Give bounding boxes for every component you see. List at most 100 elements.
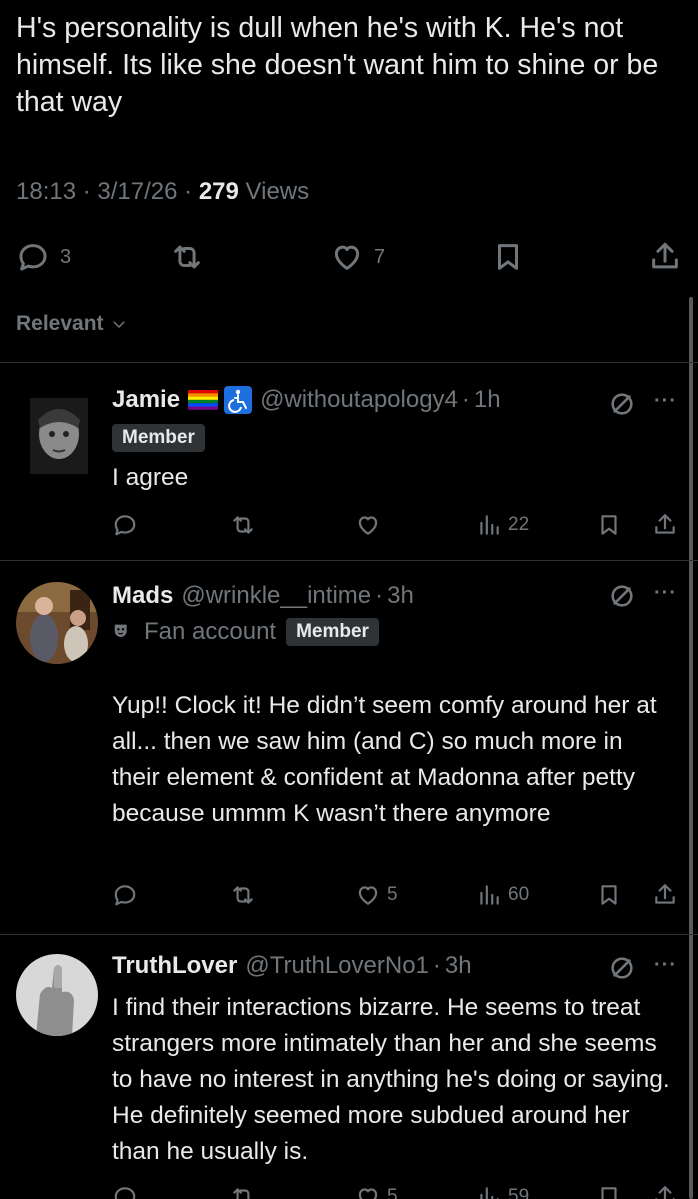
handle[interactable]: @wrinkle__intime bbox=[181, 582, 371, 610]
reply-icon bbox=[114, 885, 136, 906]
member-badge: Member bbox=[112, 424, 205, 452]
avatar-image bbox=[30, 398, 88, 474]
heart-icon bbox=[334, 245, 360, 270]
reply-button[interactable]: 3 bbox=[16, 230, 71, 284]
display-name[interactable]: TruthLover bbox=[112, 952, 237, 980]
meta-separator: · bbox=[461, 386, 470, 413]
reply-button[interactable] bbox=[112, 1180, 138, 1199]
bookmark-icon bbox=[498, 244, 518, 270]
views-button[interactable]: 22 bbox=[476, 508, 529, 542]
share-button[interactable] bbox=[652, 878, 678, 912]
like-button[interactable]: 5 bbox=[355, 1180, 398, 1199]
display-name[interactable]: Mads bbox=[112, 582, 173, 610]
share-button[interactable] bbox=[648, 230, 682, 284]
like-button[interactable] bbox=[355, 508, 387, 542]
retweet-button[interactable] bbox=[230, 1180, 256, 1199]
meta-separator: · bbox=[82, 178, 91, 205]
like-count: 5 bbox=[387, 884, 398, 905]
reply-button[interactable] bbox=[112, 878, 138, 912]
views-count: 22 bbox=[508, 514, 530, 535]
bookmark-button[interactable] bbox=[596, 508, 622, 542]
meta-separator: · bbox=[375, 582, 384, 609]
retweet-button[interactable] bbox=[230, 508, 256, 542]
like-button[interactable]: 7 bbox=[330, 230, 385, 284]
share-icon bbox=[652, 242, 678, 269]
reply-item[interactable]: TruthLover @TruthLoverNo1 · 3h ··· I fin… bbox=[0, 934, 698, 1199]
views-button[interactable]: 60 bbox=[476, 878, 529, 912]
retweet-button[interactable] bbox=[230, 878, 256, 912]
reply-icon bbox=[114, 515, 136, 536]
account-type-label: Fan account bbox=[144, 618, 277, 645]
reply-header: Jamie @withoutapology4 · 1h bbox=[112, 386, 501, 414]
reply-header: Mads @wrinkle__intime · 3h bbox=[112, 582, 414, 610]
display-name[interactable]: Jamie bbox=[112, 386, 180, 414]
grok-icon[interactable] bbox=[608, 954, 636, 982]
like-button[interactable]: 5 bbox=[355, 878, 398, 912]
bookmark-button[interactable] bbox=[491, 230, 525, 284]
meta-separator: · bbox=[184, 178, 193, 205]
views-button[interactable]: 59 bbox=[476, 1180, 529, 1199]
more-icon[interactable]: ··· bbox=[654, 582, 682, 610]
account-type: Fan account Member bbox=[112, 618, 379, 646]
grok-icon[interactable] bbox=[608, 390, 636, 418]
retweet-button[interactable] bbox=[170, 230, 204, 284]
retweet-icon bbox=[233, 516, 253, 534]
reply-button[interactable] bbox=[112, 508, 138, 542]
views-icon bbox=[480, 885, 499, 905]
heart-icon bbox=[358, 1188, 378, 1199]
wheelchair-icon bbox=[224, 386, 253, 414]
more-icon[interactable]: ··· bbox=[654, 954, 682, 982]
retweet-icon bbox=[174, 245, 200, 269]
more-icon[interactable]: ··· bbox=[654, 390, 682, 418]
views-count: 59 bbox=[508, 1186, 530, 1199]
views-icon bbox=[480, 1187, 499, 1199]
grok-icon[interactable] bbox=[608, 582, 636, 610]
handle[interactable]: @TruthLoverNo1 bbox=[245, 952, 429, 980]
post-time[interactable]: 18:13 bbox=[16, 178, 76, 205]
bookmark-icon bbox=[601, 1187, 617, 1199]
views-label: Views bbox=[245, 178, 310, 205]
handle[interactable]: @withoutapology4 bbox=[260, 386, 458, 414]
reply-action-bar: 22 bbox=[0, 508, 698, 542]
avatar[interactable] bbox=[16, 954, 98, 1036]
reply-text: I agree bbox=[112, 464, 189, 491]
post-action-bar: 3 7 bbox=[0, 230, 698, 284]
retweet-icon bbox=[233, 886, 253, 904]
share-icon bbox=[655, 514, 675, 534]
share-button[interactable] bbox=[652, 508, 678, 542]
reply-action-bar: 5 59 bbox=[0, 1180, 698, 1199]
share-button[interactable] bbox=[652, 1180, 678, 1199]
bookmark-button[interactable] bbox=[596, 1180, 622, 1199]
theater-masks-icon bbox=[114, 624, 127, 638]
reply-item[interactable]: Mads @wrinkle__intime · 3h ··· Fan accou… bbox=[0, 560, 698, 934]
member-badge: Member bbox=[286, 618, 379, 646]
rainbow-flag-icon bbox=[188, 390, 219, 410]
views-count: 279 bbox=[198, 178, 239, 205]
post-date[interactable]: 3/17/26 bbox=[97, 178, 177, 205]
like-count: 5 bbox=[387, 1186, 398, 1199]
share-icon bbox=[655, 1186, 675, 1199]
sort-selector[interactable]: Relevant bbox=[16, 312, 128, 336]
reply-item[interactable]: Jamie @withoutapology4 · 1h ··· Member I… bbox=[0, 362, 698, 560]
meta-separator: · bbox=[432, 952, 441, 979]
avatar-image bbox=[16, 582, 98, 664]
reply-time[interactable]: 3h bbox=[387, 582, 414, 610]
views-count: 60 bbox=[508, 884, 530, 905]
reply-action-bar: 5 60 bbox=[0, 878, 698, 912]
avatar-image bbox=[16, 954, 98, 1036]
sort-label: Relevant bbox=[16, 312, 104, 335]
share-icon bbox=[655, 884, 675, 904]
bookmark-icon bbox=[601, 515, 617, 535]
bookmark-icon bbox=[601, 885, 617, 905]
avatar[interactable] bbox=[30, 398, 88, 474]
chevron-down-icon bbox=[112, 321, 125, 329]
reply-time[interactable]: 1h bbox=[474, 386, 501, 414]
heart-icon bbox=[358, 886, 378, 905]
avatar[interactable] bbox=[16, 582, 98, 664]
reply-time[interactable]: 3h bbox=[445, 952, 472, 980]
reply-count: 3 bbox=[60, 245, 72, 268]
post-meta: 18:13 · 3/17/26 · 279 Views bbox=[16, 178, 309, 206]
reply-text: Yup!! Clock it! He didn’t seem comfy aro… bbox=[112, 692, 657, 827]
bookmark-button[interactable] bbox=[596, 878, 622, 912]
reply-icon bbox=[19, 244, 47, 271]
